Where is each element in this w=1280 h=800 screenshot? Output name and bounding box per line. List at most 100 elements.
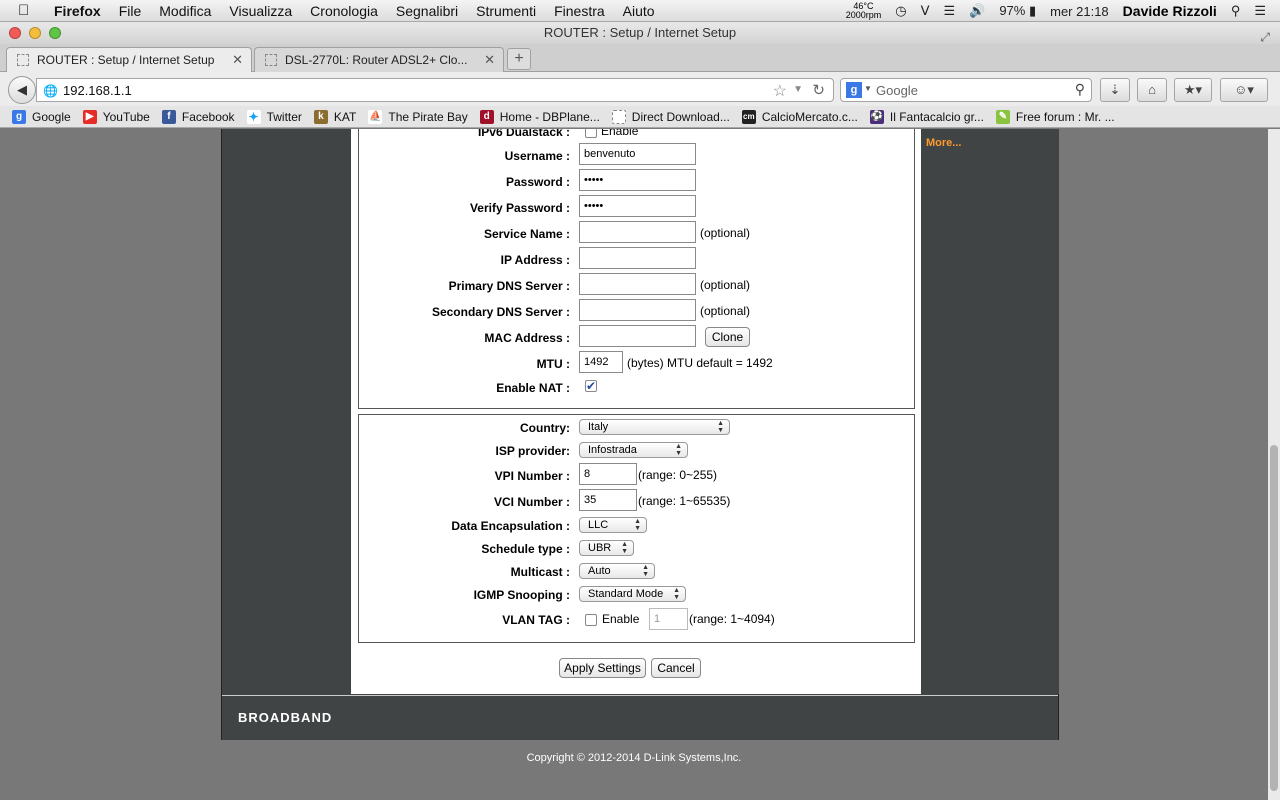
country-select[interactable]: Italy ▲ ▼ <box>579 419 730 435</box>
menu-finestra[interactable]: Finestra <box>554 3 605 19</box>
bookmark-google[interactable]: g Google <box>12 109 71 124</box>
select-arrows-icon: ▲ ▼ <box>717 420 724 434</box>
apple-icon[interactable]:  <box>18 2 38 19</box>
bookmark-calciomercato[interactable]: cm CalcioMercato.c... <box>741 109 858 124</box>
ipv6-dualstack-checkbox[interactable] <box>585 129 597 138</box>
pirate-ship-icon: ⛵ <box>368 109 383 124</box>
back-button[interactable]: ◀ <box>8 76 36 104</box>
mtu-input[interactable] <box>579 351 623 373</box>
data-encapsulation-select[interactable]: LLC ▲ ▼ <box>579 517 647 533</box>
select-arrows-icon: ▲ ▼ <box>642 564 649 578</box>
mac-address-input[interactable] <box>579 325 696 347</box>
menu-aiuto[interactable]: Aiuto <box>623 3 655 19</box>
bookmark-label: Facebook <box>181 109 235 124</box>
bookmark-youtube[interactable]: ▶ YouTube <box>82 109 150 124</box>
close-window-button[interactable] <box>9 27 21 39</box>
battery-status[interactable]: 97% ▮ <box>999 3 1036 19</box>
notification-center-icon[interactable]: ☰ <box>1254 3 1266 19</box>
user-name[interactable]: Davide Rizzoli <box>1123 3 1217 19</box>
bluetooth-icon[interactable]: ᐯ <box>921 3 930 19</box>
ip-address-input[interactable] <box>579 247 696 269</box>
vpi-number-input[interactable] <box>579 463 637 485</box>
ipv6-dualstack-label: IPv6 Dualstack : <box>477 129 570 139</box>
time-machine-icon[interactable]: ◷ <box>895 3 906 19</box>
url-bar[interactable]: 🌐 192.168.1.1 ☆ ▼ ↻ <box>36 78 834 102</box>
isp-provider-label: ISP provider: <box>495 444 570 458</box>
bookmark-dbplanet[interactable]: d Home - DBPlane... <box>479 109 600 124</box>
vci-number-input[interactable] <box>579 489 637 511</box>
bookmark-free-forum[interactable]: ✎ Free forum : Mr. ... <box>995 109 1115 124</box>
maximize-window-button[interactable] <box>49 27 61 39</box>
schedule-type-select[interactable]: UBR ▲ ▼ <box>579 540 634 556</box>
menu-segnalibri[interactable]: Segnalibri <box>396 3 458 19</box>
apply-settings-button[interactable]: Apply Settings <box>559 658 646 678</box>
menu-cronologia[interactable]: Cronologia <box>310 3 378 19</box>
bookmarks-menu-button[interactable]: ★▾ <box>1174 78 1212 102</box>
vlan-range-note: (range: 1~4094) <box>689 612 775 626</box>
magnifier-icon[interactable]: ⚲ <box>1075 81 1085 98</box>
multicast-label: Multicast : <box>510 565 570 579</box>
vlan-tag-input[interactable] <box>649 608 688 630</box>
username-label: Username : <box>504 149 570 163</box>
close-tab-icon[interactable]: ✕ <box>484 48 495 72</box>
volume-icon[interactable]: 🔊 <box>969 3 985 19</box>
bookmark-kat[interactable]: k KAT <box>313 109 356 124</box>
multicast-select[interactable]: Auto ▲ ▼ <box>579 563 655 579</box>
bookmark-star-icon[interactable]: ☆ <box>773 81 787 101</box>
mtu-label: MTU : <box>536 357 570 371</box>
bookmark-facebook[interactable]: f Facebook <box>161 109 235 124</box>
temperature-monitor[interactable]: 46°C 2000rpm <box>846 2 882 20</box>
vlan-tag-checkbox[interactable] <box>585 614 597 626</box>
tab-router-setup[interactable]: ROUTER : Setup / Internet Setup ✕ <box>6 47 252 72</box>
reload-icon[interactable]: ↻ <box>812 81 825 99</box>
downloads-button[interactable]: ⇣ <box>1100 78 1130 102</box>
scrollbar-thumb[interactable] <box>1270 445 1278 791</box>
bookmark-twitter[interactable]: ✦ Twitter <box>246 109 302 124</box>
menu-firefox[interactable]: Firefox <box>54 3 101 19</box>
wifi-icon[interactable]: ☰ <box>943 3 955 19</box>
more-link[interactable]: More... <box>926 137 961 149</box>
spotlight-search-icon[interactable]: ⚲ <box>1231 3 1241 19</box>
vci-number-label: VCI Number : <box>493 495 570 509</box>
menu-file[interactable]: File <box>119 3 142 19</box>
verify-password-input[interactable] <box>579 195 696 217</box>
google-search-engine-icon[interactable]: g <box>846 82 862 98</box>
new-tab-button[interactable]: + <box>507 48 531 70</box>
tab-dsl-2770l[interactable]: DSL-2770L: Router ADSL2+ Clo... ✕ <box>254 47 504 72</box>
clock[interactable]: mer 21:18 <box>1050 4 1109 19</box>
bookmark-label: CalcioMercato.c... <box>761 109 858 124</box>
cancel-button[interactable]: Cancel <box>651 658 701 678</box>
menu-visualizza[interactable]: Visualizza <box>229 3 292 19</box>
secondary-dns-input[interactable] <box>579 299 696 321</box>
igmp-snooping-select[interactable]: Standard Mode ▲ ▼ <box>579 586 686 602</box>
isp-provider-value: Infostrada <box>588 444 637 456</box>
page-scrollbar[interactable] <box>1268 129 1280 800</box>
addon-button[interactable]: ☺▾ <box>1220 78 1268 102</box>
username-input[interactable] <box>579 143 696 165</box>
primary-dns-input[interactable] <box>579 273 696 295</box>
isp-provider-select[interactable]: Infostrada ▲ ▼ <box>579 442 688 458</box>
atm-settings-panel: Country: Italy ▲ ▼ ISP provider: Infostrad… <box>358 414 915 643</box>
menu-modifica[interactable]: Modifica <box>159 3 211 19</box>
service-name-input[interactable] <box>579 221 696 243</box>
home-button[interactable]: ⌂ <box>1137 78 1167 102</box>
search-bar[interactable]: g ▼ Google ⚲ <box>840 78 1092 102</box>
bookmark-the-pirate-bay[interactable]: ⛵ The Pirate Bay <box>368 109 468 124</box>
menu-strumenti[interactable]: Strumenti <box>476 3 536 19</box>
url-history-dropdown-icon[interactable]: ▼ <box>793 84 803 95</box>
search-engine-dropdown-icon[interactable]: ▼ <box>864 84 872 93</box>
igmp-snooping-value: Standard Mode <box>588 588 664 600</box>
minimize-window-button[interactable] <box>29 27 41 39</box>
primary-dns-optional-note: (optional) <box>700 278 751 292</box>
close-tab-icon[interactable]: ✕ <box>232 48 243 72</box>
password-input[interactable] <box>579 169 696 191</box>
bookmark-direct-download[interactable]: Direct Download... <box>611 109 730 124</box>
enable-nat-checkbox[interactable]: ✔ <box>585 380 597 392</box>
data-encapsulation-label: Data Encapsulation : <box>451 519 570 533</box>
window-title-bar: ROUTER : Setup / Internet Setup ⤢ <box>0 22 1280 44</box>
page-viewport: More... IPv6 Dualstack : Enable Username… <box>0 129 1268 800</box>
bookmark-fantacalcio[interactable]: ⚽ Il Fantacalcio gr... <box>869 109 984 124</box>
tab-label: DSL-2770L: Router ADSL2+ Clo... <box>285 53 468 67</box>
clone-mac-button[interactable]: Clone <box>705 327 750 347</box>
enable-nat-label: Enable NAT : <box>496 381 570 395</box>
